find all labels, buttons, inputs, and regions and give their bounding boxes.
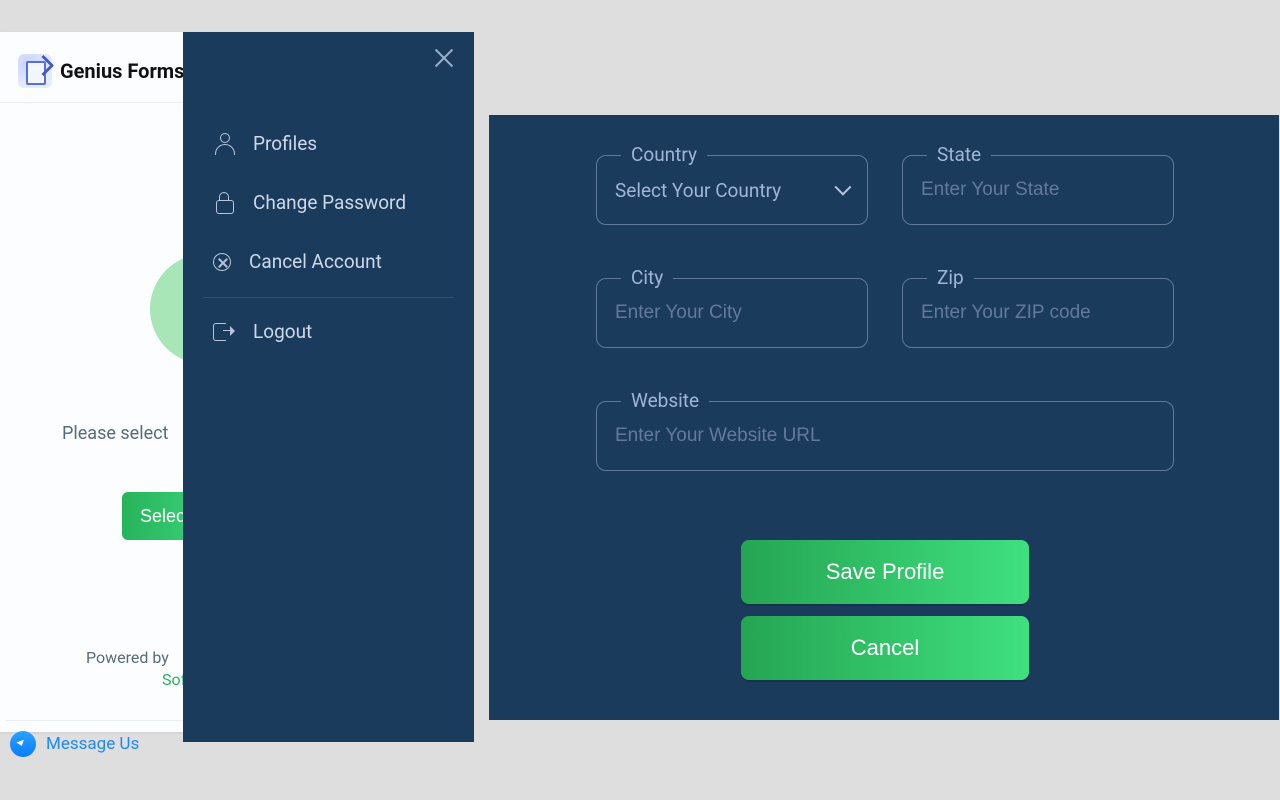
app-title: Genius Forms — [60, 59, 184, 83]
powered-by-text: Powered by Sof — [86, 648, 186, 689]
drawer-item-logout[interactable]: Logout — [203, 302, 454, 361]
website-field[interactable]: Website — [596, 401, 1174, 471]
logout-icon — [213, 321, 235, 343]
zip-input[interactable] — [921, 302, 1155, 324]
drawer-divider — [203, 297, 454, 298]
close-icon[interactable] — [432, 46, 456, 70]
zip-field[interactable]: Zip — [902, 278, 1174, 348]
state-input[interactable] — [921, 179, 1155, 201]
website-input[interactable] — [615, 425, 1155, 447]
country-select[interactable]: Country Select Your Country — [596, 155, 868, 225]
message-us-label: Message Us — [46, 734, 139, 754]
cancel-circle-icon — [213, 253, 231, 271]
drawer-item-cancel-account[interactable]: Cancel Account — [203, 232, 454, 291]
account-drawer: Profiles Change Password Cancel Account … — [183, 32, 474, 742]
drawer-item-label: Change Password — [253, 191, 406, 214]
city-input[interactable] — [615, 302, 849, 324]
state-label: State — [927, 143, 991, 166]
city-label: City — [621, 266, 673, 289]
cancel-button[interactable]: Cancel — [741, 616, 1029, 680]
zip-label: Zip — [927, 266, 974, 289]
drawer-item-label: Logout — [253, 320, 312, 343]
country-label: Country — [621, 143, 707, 166]
lock-icon — [213, 192, 235, 214]
drawer-item-label: Profiles — [253, 132, 317, 155]
drawer-item-label: Cancel Account — [249, 250, 382, 273]
city-field[interactable]: City — [596, 278, 868, 348]
app-logo-icon — [18, 54, 52, 88]
messenger-icon — [10, 731, 36, 757]
website-label: Website — [621, 389, 709, 412]
drawer-menu: Profiles Change Password Cancel Account … — [203, 114, 454, 361]
profile-form-panel: Country Select Your Country State City Z… — [489, 115, 1279, 720]
drawer-item-profiles[interactable]: Profiles — [203, 114, 454, 173]
profile-icon — [213, 133, 235, 155]
country-selected-text: Select Your Country — [615, 179, 837, 202]
select-prompt-text: Please select — [62, 423, 168, 444]
state-field[interactable]: State — [902, 155, 1174, 225]
save-profile-button[interactable]: Save Profile — [741, 540, 1029, 604]
drawer-item-change-password[interactable]: Change Password — [203, 173, 454, 232]
